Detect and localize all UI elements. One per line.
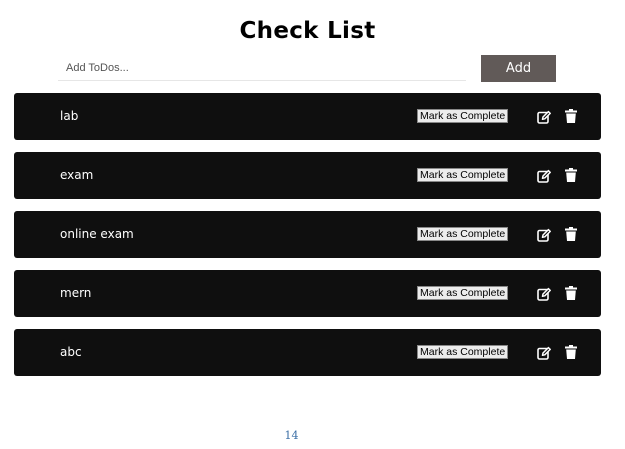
mark-complete-button[interactable]: Mark as Complete bbox=[417, 227, 509, 241]
trash-icon[interactable] bbox=[565, 109, 577, 123]
todo-item: online exam Mark as Complete bbox=[14, 211, 601, 258]
edit-icon[interactable] bbox=[537, 228, 551, 242]
edit-icon[interactable] bbox=[537, 169, 551, 183]
trash-icon[interactable] bbox=[565, 345, 577, 359]
edit-icon[interactable] bbox=[537, 346, 551, 360]
trash-icon[interactable] bbox=[565, 227, 577, 241]
edit-icon[interactable] bbox=[537, 287, 551, 301]
add-todo-input[interactable] bbox=[58, 55, 466, 81]
edit-icon[interactable] bbox=[537, 110, 551, 124]
page-number: 14 bbox=[284, 429, 299, 442]
page-title: Check List bbox=[239, 18, 376, 44]
todo-text: abc bbox=[60, 345, 82, 359]
todo-text: lab bbox=[60, 109, 79, 123]
trash-icon[interactable] bbox=[565, 286, 577, 300]
trash-icon[interactable] bbox=[565, 168, 577, 182]
add-button[interactable]: Add bbox=[481, 55, 556, 82]
todo-item: abc Mark as Complete bbox=[14, 329, 601, 376]
todo-text: mern bbox=[60, 286, 92, 300]
add-todo-form: Add bbox=[0, 55, 625, 83]
todo-text: online exam bbox=[60, 227, 134, 241]
todo-text: exam bbox=[60, 168, 94, 182]
todo-list: lab Mark as Complete exam Mark as Comple… bbox=[14, 93, 601, 388]
mark-complete-button[interactable]: Mark as Complete bbox=[417, 109, 509, 123]
todo-item: exam Mark as Complete bbox=[14, 152, 601, 199]
mark-complete-button[interactable]: Mark as Complete bbox=[417, 286, 509, 300]
mark-complete-button[interactable]: Mark as Complete bbox=[417, 168, 509, 182]
mark-complete-button[interactable]: Mark as Complete bbox=[417, 345, 509, 359]
todo-item: mern Mark as Complete bbox=[14, 270, 601, 317]
todo-item: lab Mark as Complete bbox=[14, 93, 601, 140]
